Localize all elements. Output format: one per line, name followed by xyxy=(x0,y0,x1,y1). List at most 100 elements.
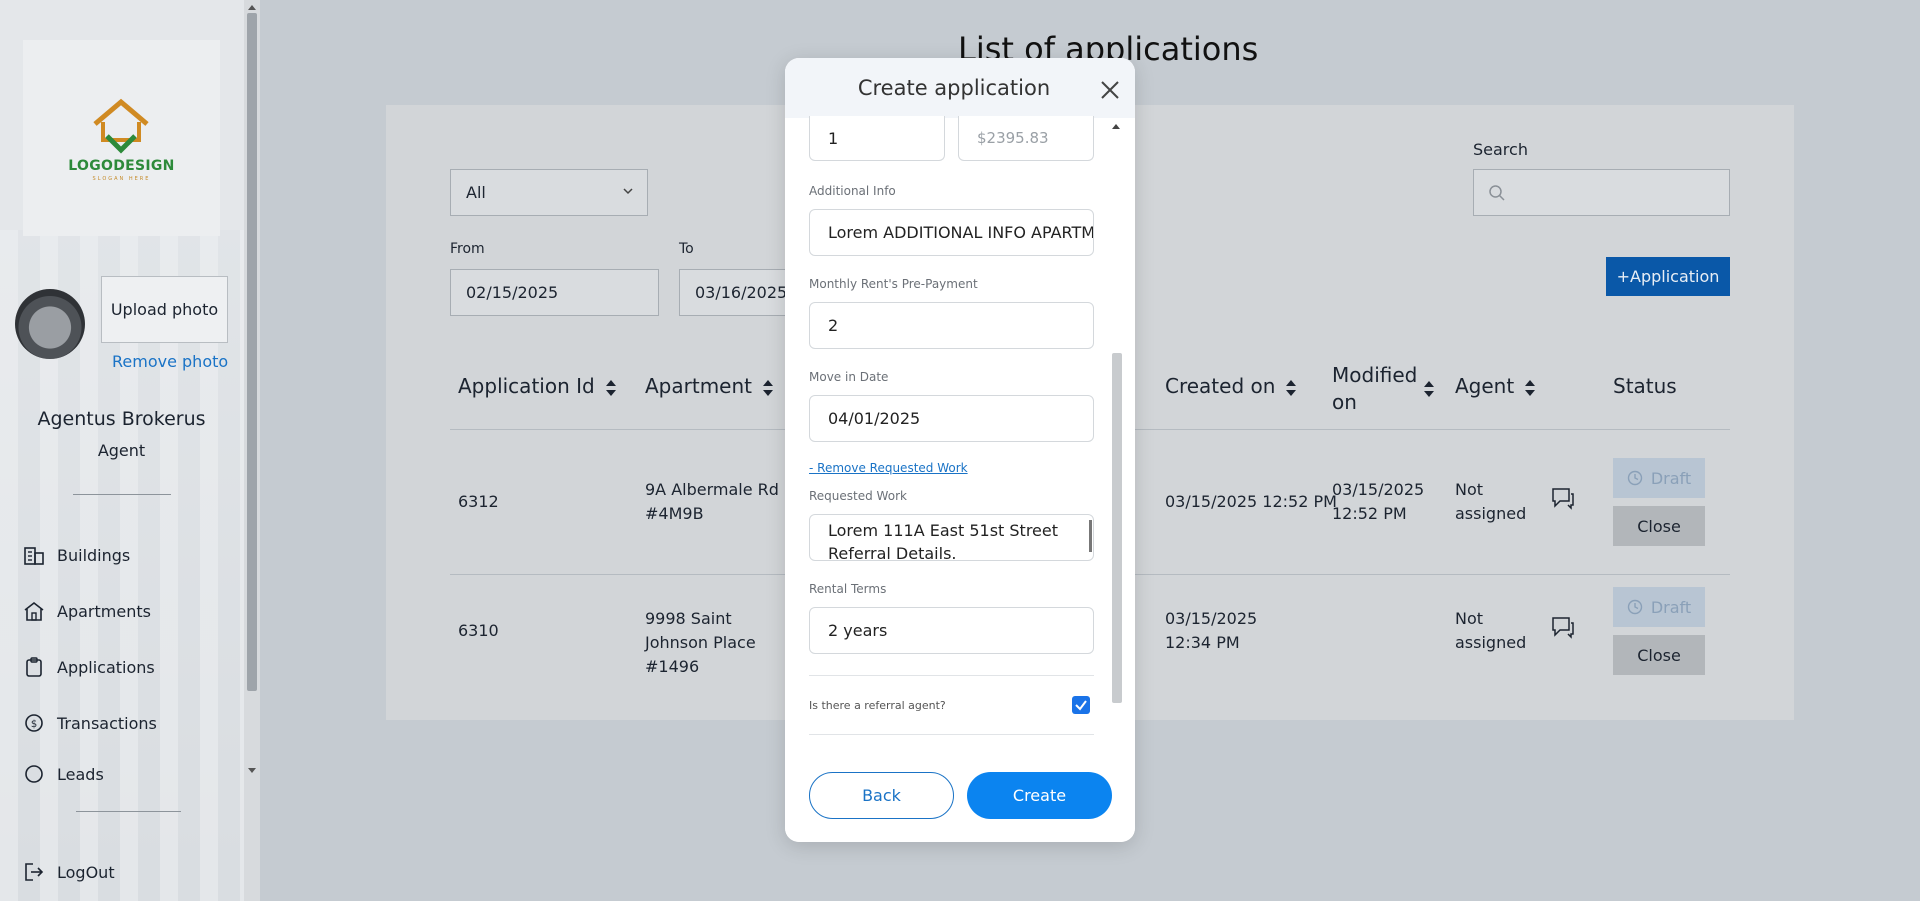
close-application-button[interactable]: Close xyxy=(1613,635,1705,675)
move-in-date-input[interactable]: 04/01/2025 xyxy=(809,395,1094,442)
column-header-label: Apartment xyxy=(645,374,753,398)
status-draft-badge[interactable]: Draft xyxy=(1613,587,1705,627)
clipboard-icon xyxy=(26,657,42,677)
column-header-application-id[interactable]: Application Id xyxy=(458,374,617,398)
sidebar-item-label: Applications xyxy=(57,657,155,677)
sort-icon xyxy=(1525,379,1536,396)
column-header-agent[interactable]: Agent xyxy=(1455,374,1536,398)
sort-icon xyxy=(605,379,616,396)
quantity-value: 1 xyxy=(828,128,839,148)
add-application-button[interactable]: +Application xyxy=(1606,257,1730,296)
upload-photo-button[interactable]: Upload photo xyxy=(101,276,228,343)
cell-agent: Not assigned xyxy=(1455,609,1527,652)
sidebar-item-label: Leads xyxy=(57,765,104,783)
sidebar-scrollbar-thumb[interactable] xyxy=(247,13,257,691)
logo-house-icon xyxy=(93,98,149,154)
sidebar-divider xyxy=(76,811,181,812)
logo-slogan: SLOGAN HERE xyxy=(92,176,151,182)
requested-work-textarea[interactable]: Lorem 111A East 51st Street Referral Det… xyxy=(809,514,1094,561)
checkmark-icon xyxy=(1075,700,1087,711)
column-header-modified-on[interactable]: Modified on xyxy=(1332,362,1424,416)
referral-agent-checkbox[interactable] xyxy=(1072,696,1090,714)
sidebar-item-applications[interactable]: Applications xyxy=(23,653,155,681)
clock-icon xyxy=(1627,599,1643,615)
modal-scrollbar-thumb[interactable] xyxy=(1112,353,1122,703)
rental-terms-input[interactable]: 2 years xyxy=(809,607,1094,654)
sidebar-item-leads[interactable]: Leads xyxy=(23,765,104,783)
prepayment-input[interactable]: 2 xyxy=(809,302,1094,349)
column-header-label: Agent xyxy=(1455,374,1515,398)
back-button[interactable]: Back xyxy=(809,772,954,819)
requested-work-value: Lorem 111A East 51st Street Referral Det… xyxy=(828,521,1059,561)
user-name: Agentus Brokerus xyxy=(37,408,206,430)
cell-modified-on: 03/15/2025 12:52 PM xyxy=(1332,480,1425,523)
cell-application-id: 6310 xyxy=(458,621,499,640)
buildings-icon xyxy=(24,547,44,565)
from-date-input[interactable]: 02/15/2025 xyxy=(450,269,659,316)
search-label: Search xyxy=(1473,140,1528,159)
logout-icon xyxy=(25,863,44,881)
textarea-scrollbar-thumb[interactable] xyxy=(1089,520,1092,552)
column-header-created-on[interactable]: Created on xyxy=(1165,374,1297,398)
sidebar-item-label: Apartments xyxy=(57,601,151,621)
create-application-modal: Create application 1 $2395.83 Additional… xyxy=(785,58,1135,842)
sort-icon xyxy=(1286,379,1297,396)
amount-placeholder: $2395.83 xyxy=(977,129,1049,147)
leads-icon xyxy=(25,765,43,783)
cell-created-on: 03/15/2025 12:34 PM xyxy=(1165,609,1258,652)
divider xyxy=(809,734,1094,735)
quantity-input[interactable]: 1 xyxy=(809,116,945,161)
sidebar-divider xyxy=(73,494,171,495)
user-role: Agent xyxy=(97,441,146,460)
sidebar-item-buildings[interactable]: Buildings xyxy=(23,541,130,569)
column-header-apartment[interactable]: Apartment xyxy=(645,374,774,398)
close-application-button[interactable]: Close xyxy=(1613,506,1705,546)
company-logo: LOGODESIGN SLOGAN HERE xyxy=(23,40,220,236)
sort-icon xyxy=(763,379,774,396)
move-in-date-value: 04/01/2025 xyxy=(828,409,921,428)
svg-text:$: $ xyxy=(31,719,37,730)
column-header-label: Application Id xyxy=(458,374,595,398)
cell-apartment: 9998 Saint Johnson Place #1496 xyxy=(645,609,756,676)
from-date-value: 02/15/2025 xyxy=(466,283,559,302)
home-icon xyxy=(24,601,44,621)
transactions-icon: $ xyxy=(25,714,43,732)
create-button[interactable]: Create xyxy=(967,772,1112,819)
to-label: To xyxy=(679,241,694,257)
remove-photo-link[interactable]: Remove photo xyxy=(112,352,228,371)
move-in-date-label: Move in Date xyxy=(809,370,889,384)
rental-terms-label: Rental Terms xyxy=(809,582,887,596)
cell-application-id: 6312 xyxy=(458,492,499,511)
search-icon xyxy=(1489,185,1505,201)
logout-label: LogOut xyxy=(57,862,115,882)
cell-agent: Not assigned xyxy=(1455,480,1527,523)
column-header-label: Created on xyxy=(1165,374,1276,398)
status-label: Draft xyxy=(1650,468,1692,488)
to-date-value: 03/16/2025 xyxy=(695,283,788,302)
status-filter-value: All xyxy=(466,183,486,202)
amount-input[interactable]: $2395.83 xyxy=(958,116,1094,161)
search-input[interactable] xyxy=(1473,169,1730,216)
logo-text: LOGODESIGN xyxy=(68,158,175,174)
avatar xyxy=(15,289,85,359)
chat-icon[interactable] xyxy=(1550,486,1576,510)
referral-agent-label: Is there a referral agent? xyxy=(809,699,946,712)
divider xyxy=(809,675,1094,676)
chat-icon[interactable] xyxy=(1550,615,1576,639)
to-date-input[interactable]: 03/16/2025 xyxy=(679,269,789,316)
sidebar: LOGODESIGN SLOGAN HERE Upload photo Remo… xyxy=(0,0,248,901)
sidebar-item-transactions[interactable]: $ Transactions xyxy=(23,709,157,737)
close-icon[interactable] xyxy=(1099,79,1121,101)
prepayment-value: 2 xyxy=(828,316,839,335)
additional-info-input[interactable]: Lorem ADDITIONAL INFO APARTMENT xyxy=(809,209,1094,256)
modal-title: Create application xyxy=(857,76,1051,100)
sidebar-item-apartments[interactable]: Apartments xyxy=(23,597,151,625)
chevron-down-icon xyxy=(623,188,633,195)
sort-icon[interactable] xyxy=(1423,380,1435,398)
remove-requested-work-link[interactable]: - Remove Requested Work xyxy=(809,461,968,475)
status-draft-badge[interactable]: Draft xyxy=(1613,458,1705,498)
prepayment-label: Monthly Rent's Pre-Payment xyxy=(809,277,978,291)
logout-button[interactable]: LogOut xyxy=(23,858,115,886)
status-filter-select[interactable]: All xyxy=(450,169,648,216)
cell-created-on: 03/15/2025 12:52 PM xyxy=(1165,492,1337,511)
